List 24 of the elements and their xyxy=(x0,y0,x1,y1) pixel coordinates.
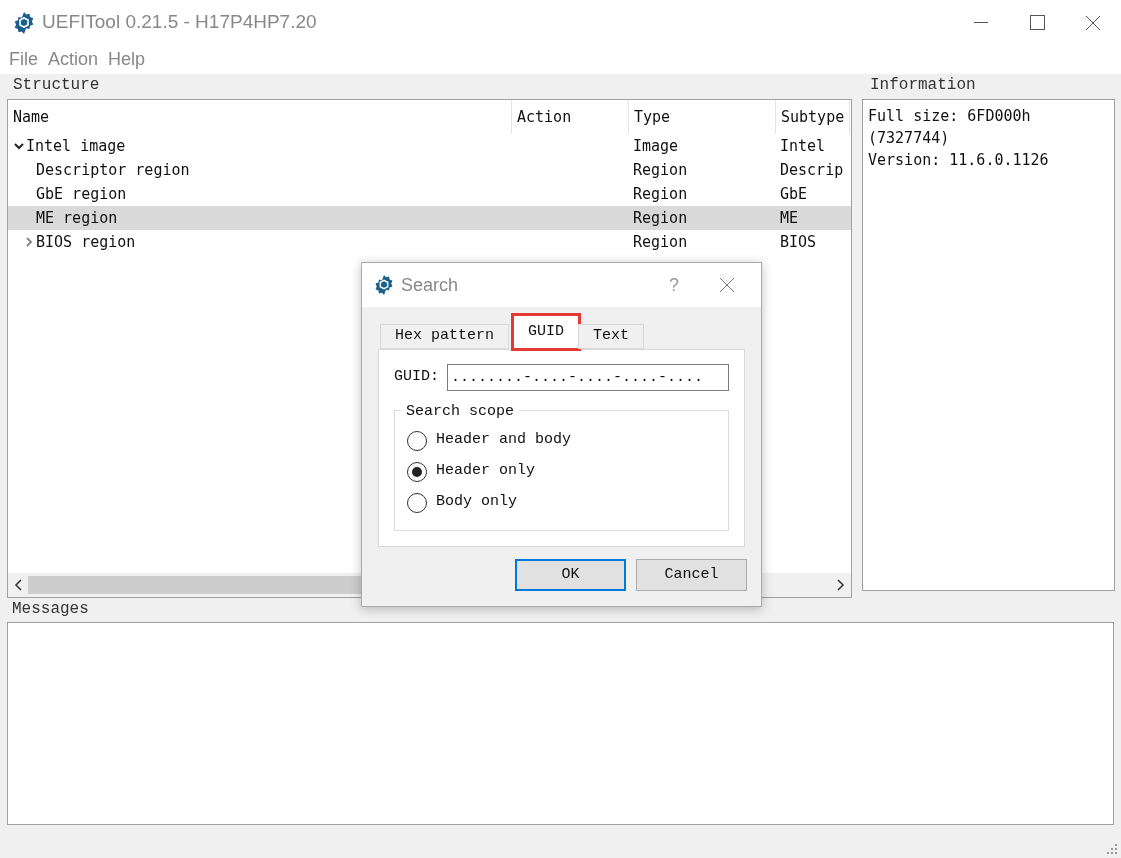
tree-cell: Intel xyxy=(780,136,826,155)
tree-cell-text: Descriptor region xyxy=(36,159,190,181)
tree-cell: Descrip xyxy=(780,160,844,179)
group-title: Structure xyxy=(12,76,101,96)
group-title: Messages xyxy=(11,600,90,620)
tree-cell: GbE xyxy=(780,184,808,203)
tree-cell-text: Intel image xyxy=(26,135,126,157)
tree-cell: Region xyxy=(633,184,688,203)
tree-cell: BIOS xyxy=(780,232,817,251)
field-label: GUID: xyxy=(394,367,439,388)
tree-cell: Region xyxy=(633,160,688,179)
tree-cell-text: ME region xyxy=(36,207,118,229)
info-text: (7327744) xyxy=(868,128,950,149)
tree-cell: Region xyxy=(633,232,688,251)
tree-cell: Image xyxy=(633,136,679,155)
info-text: Version: 11.6.0.1126 xyxy=(868,150,1049,171)
info-text: Full size: 6FD000h xyxy=(868,106,1031,127)
tree-cell-text: BIOS region xyxy=(36,231,136,253)
window-title: UEFITool 0.21.5 - H17P4HP7.20 xyxy=(42,10,317,35)
tree-cell: ME xyxy=(780,208,799,227)
dialog-title: Search xyxy=(401,273,459,297)
tree-cell-text: GbE region xyxy=(36,183,127,205)
group-title: Information xyxy=(869,76,977,96)
tree-cell: Region xyxy=(633,208,688,227)
